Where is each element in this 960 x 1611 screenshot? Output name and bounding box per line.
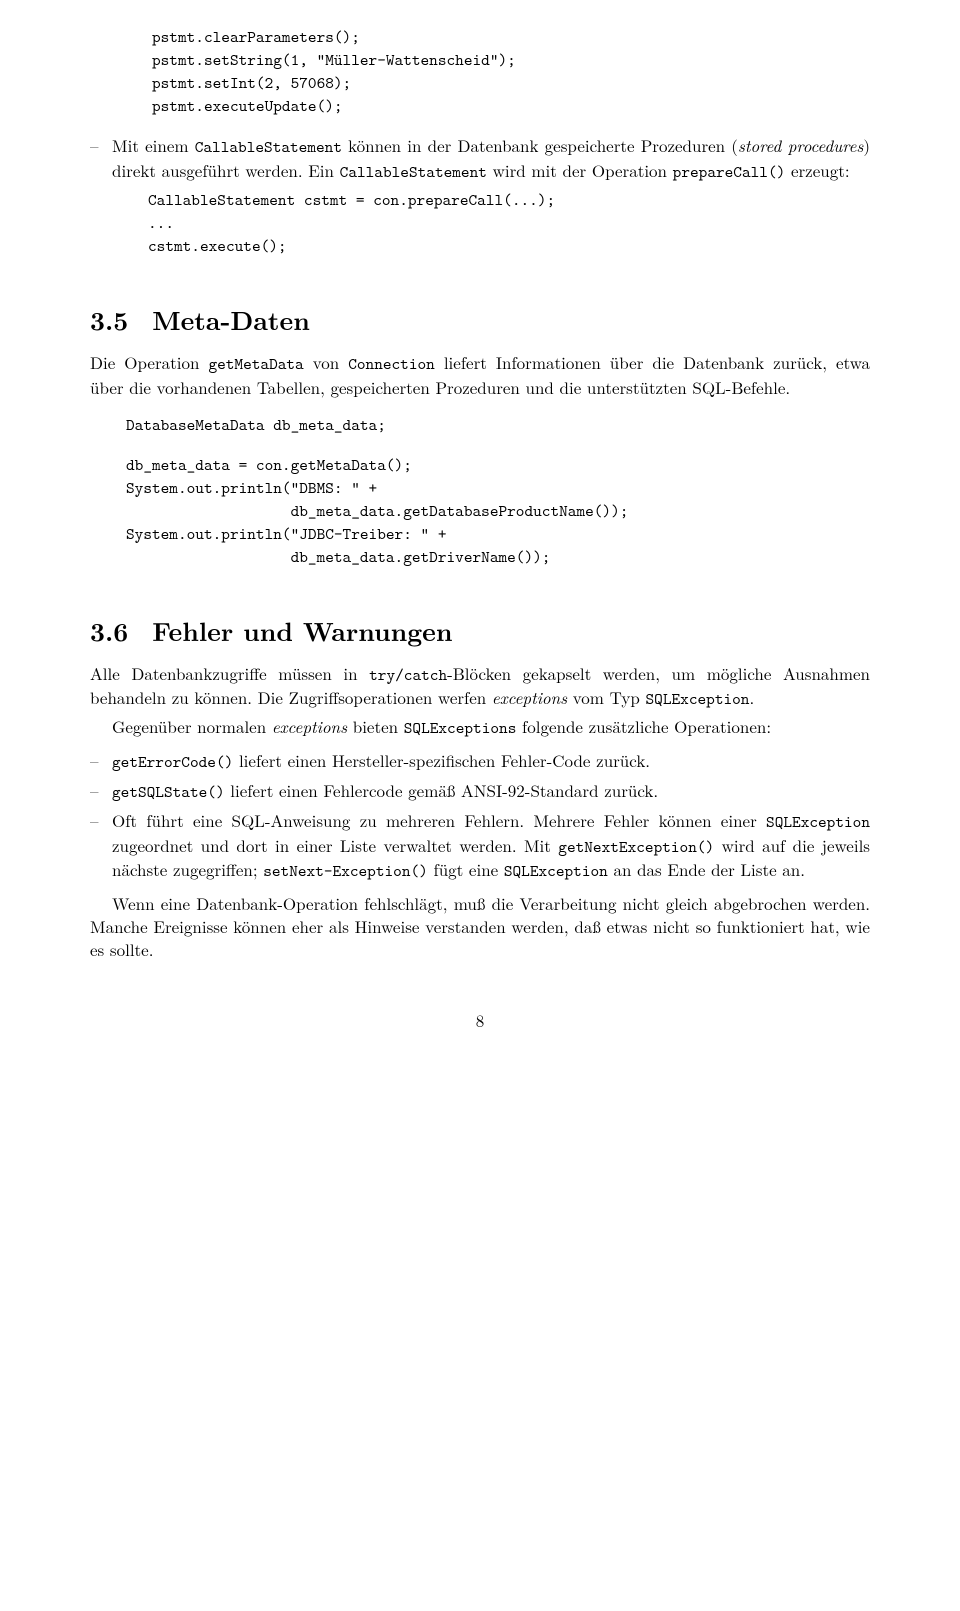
text: Mit einem xyxy=(112,133,195,157)
text: erzeugt: xyxy=(785,158,849,182)
text: liefert einen Hersteller-spezifischen Fe… xyxy=(233,748,650,772)
text: bieten xyxy=(347,714,404,738)
inline-code: SQLException xyxy=(646,688,750,710)
text: können in der Datenbank gespeicherte Pro… xyxy=(342,133,738,157)
inline-code: Connection xyxy=(348,353,435,375)
inline-code: SQLException xyxy=(504,860,608,882)
inline-code: SQLExceptions xyxy=(404,717,517,739)
list-item-callable: Mit einem CallableStatement können in de… xyxy=(90,134,870,258)
inline-code: getErrorCode() xyxy=(112,751,233,773)
callable-statement-list: Mit einem CallableStatement können in de… xyxy=(90,134,870,258)
error-operations-list: getErrorCode() liefert einen Hersteller-… xyxy=(90,749,870,882)
inline-code: getNextException() xyxy=(558,836,714,858)
inline-code: SQLException xyxy=(766,811,870,833)
italic-text: exceptions xyxy=(492,685,567,709)
section-title: Fehler und Warnungen xyxy=(152,612,452,649)
text: wird mit der Operation xyxy=(487,158,673,182)
text: . xyxy=(749,685,754,709)
paragraph-fehler-1: Alle Datenbankzugriffe müssen in try/cat… xyxy=(90,662,870,711)
inline-code: CallableStatement xyxy=(340,161,487,183)
text: vom Typ xyxy=(567,685,645,709)
text: liefert einen Fehlercode gemäß ANSI-92-S… xyxy=(225,778,658,802)
inline-code: CallableStatement xyxy=(195,136,342,158)
section-number: 3.5 xyxy=(90,301,128,338)
inline-code: prepareCall() xyxy=(673,161,786,183)
section-heading-fehler: 3.6 Fehler und Warnungen xyxy=(90,613,870,648)
italic-text: stored procedures xyxy=(738,133,863,157)
inline-code: getMetaData xyxy=(208,353,303,375)
text: fügt eine xyxy=(428,857,504,881)
page-number: 8 xyxy=(90,1009,870,1032)
inline-code: try/catch xyxy=(369,664,447,686)
code-dbmetadata-use: db_meta_data = con.getMetaData(); System… xyxy=(126,454,870,569)
section-number: 3.6 xyxy=(90,612,128,649)
list-item: getErrorCode() liefert einen Hersteller-… xyxy=(90,749,870,773)
inline-code: getSQLState() xyxy=(112,781,225,803)
text: von xyxy=(304,350,348,374)
text: an das Ende der Liste an. xyxy=(608,857,805,881)
section-heading-metadaten: 3.5 Meta-Daten xyxy=(90,302,870,337)
paragraph-fehler-2: Gegenüber normalen exceptions bieten SQL… xyxy=(90,715,870,739)
text: Alle Datenbankzugriffe müssen in xyxy=(90,661,369,685)
text: zugeordnet und dort in einer Liste verwa… xyxy=(112,833,558,857)
code-pstmt-block: pstmt.clearParameters(); pstmt.setString… xyxy=(126,26,870,118)
inline-code: setNext-Exception() xyxy=(263,860,428,882)
text: Oft führt eine SQL-Anweisung zu mehreren… xyxy=(112,808,766,832)
code-callable-block: CallableStatement cstmt = con.prepareCal… xyxy=(148,189,870,258)
text: Die Operation xyxy=(90,350,208,374)
text: Gegenüber normalen xyxy=(112,714,272,738)
italic-text: exceptions xyxy=(272,714,347,738)
list-item: Oft führt eine SQL-Anweisung zu mehreren… xyxy=(90,809,870,882)
code-dbmetadata-decl: DatabaseMetaData db_meta_data; xyxy=(126,414,870,437)
section-title: Meta-Daten xyxy=(152,301,310,338)
list-item: getSQLState() liefert einen Fehlercode g… xyxy=(90,779,870,803)
paragraph-metadaten: Die Operation getMetaData von Connection… xyxy=(90,351,870,398)
text: folgende zusätzliche Operationen: xyxy=(516,714,771,738)
paragraph-fehler-3: Wenn eine Datenbank-Operation fehlschläg… xyxy=(90,892,870,961)
